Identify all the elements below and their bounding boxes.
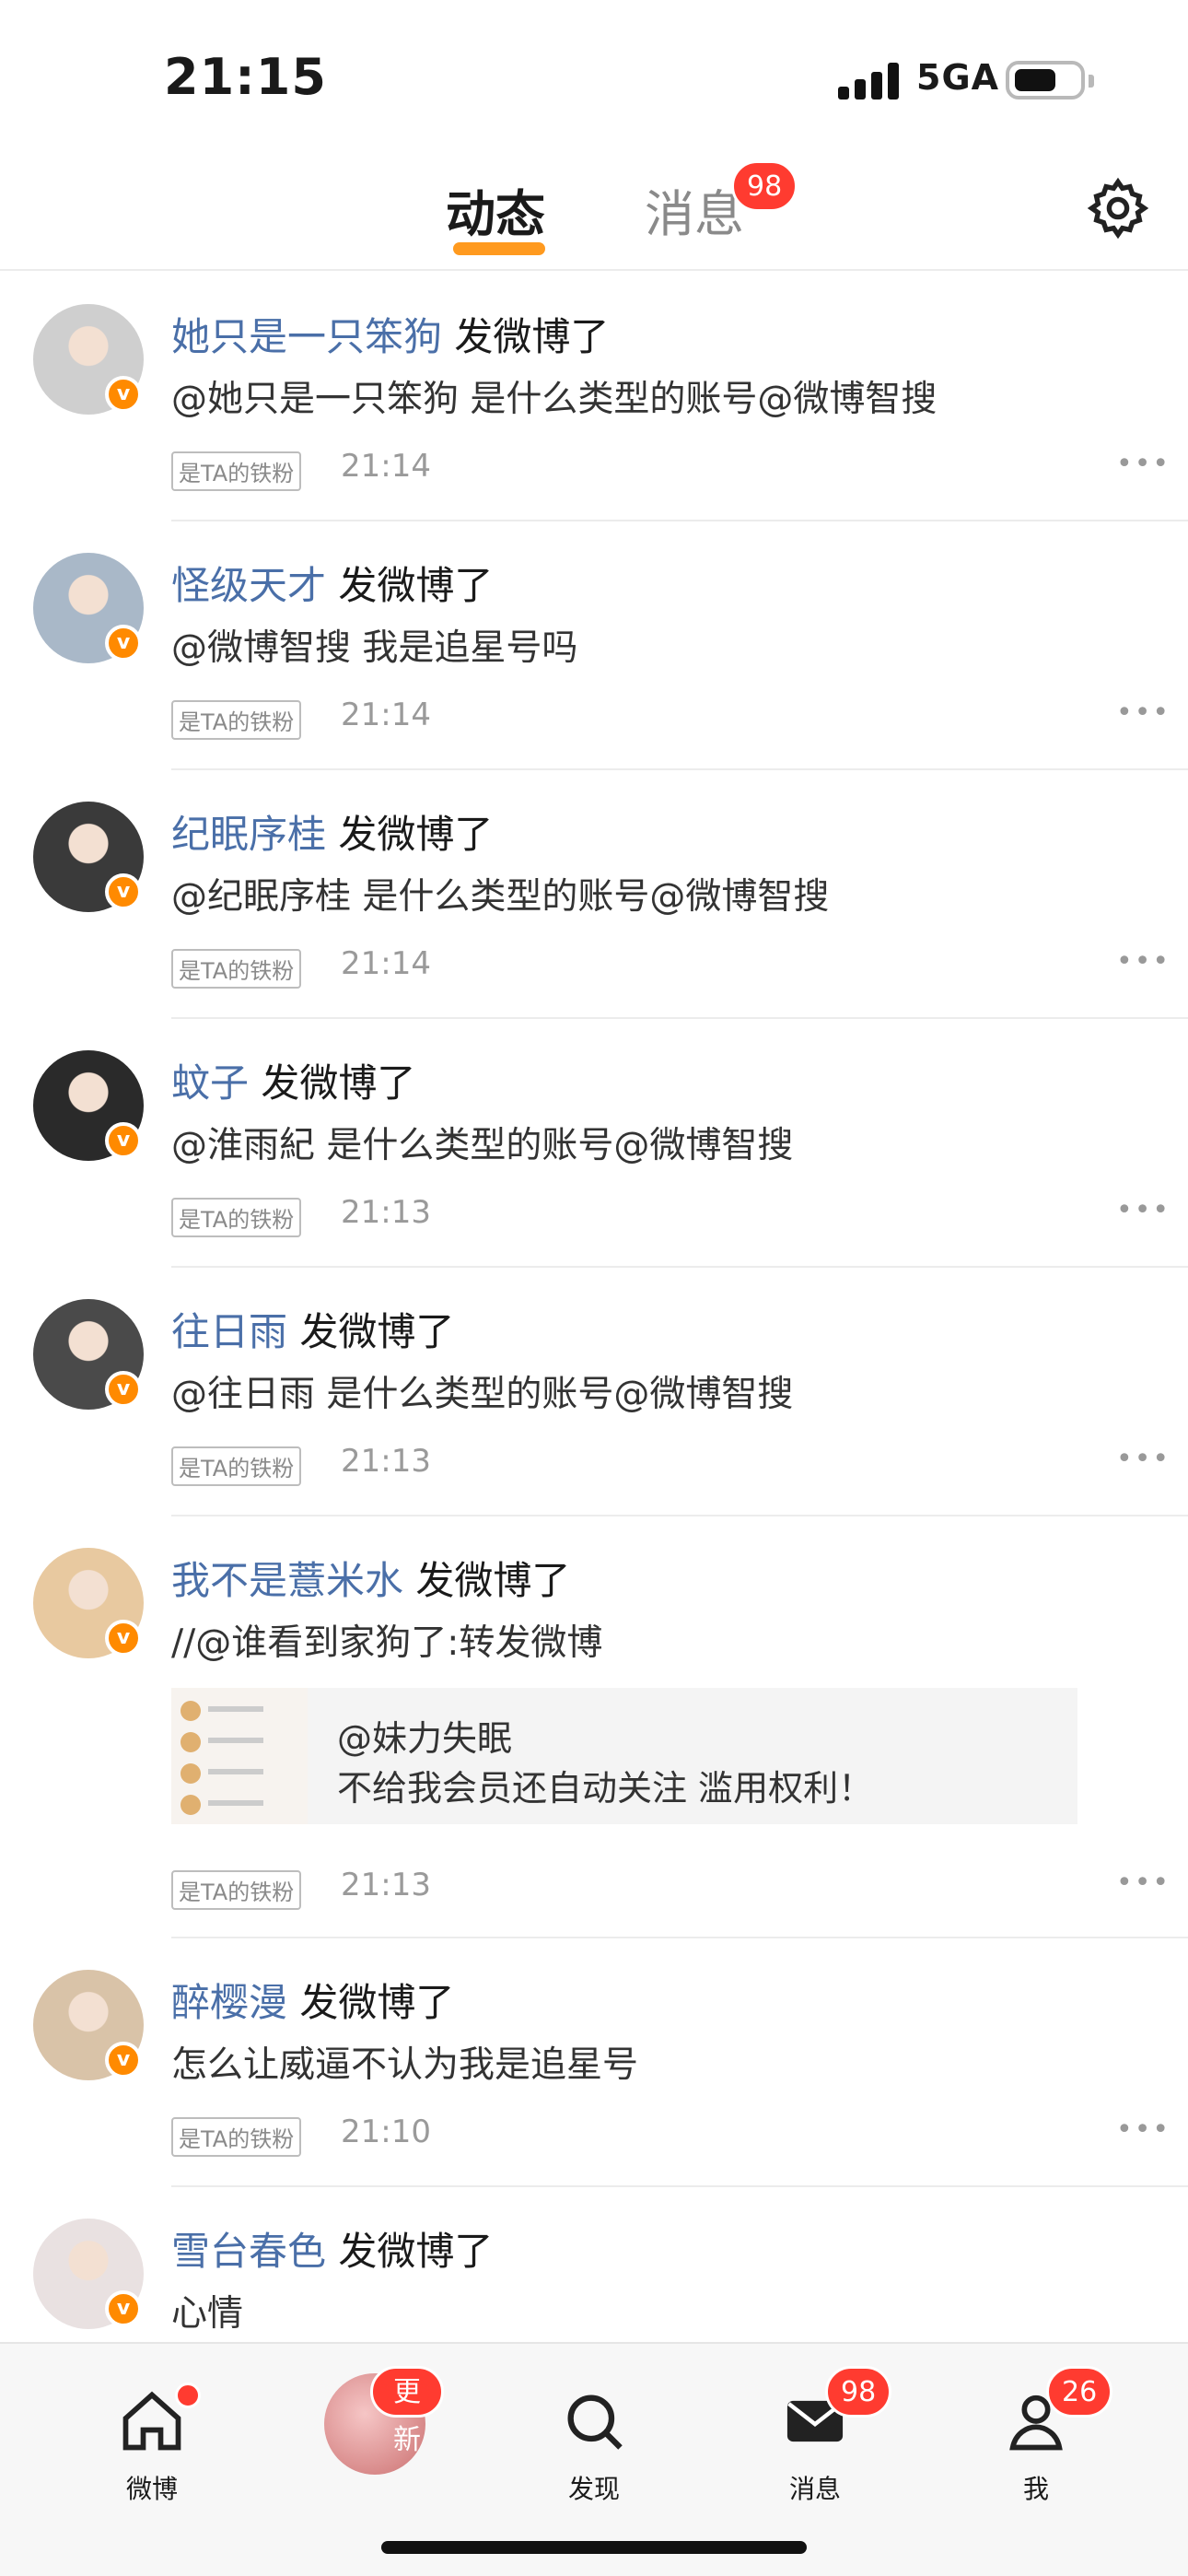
- status-bar: 21:15 5GA: [0, 0, 1188, 157]
- verified-icon: v: [105, 1620, 142, 1657]
- username-link[interactable]: 她只是一只笨狗: [171, 314, 442, 359]
- nav-item-微博[interactable]: 微博: [83, 2366, 221, 2504]
- nav-item-我[interactable]: 我 26: [967, 2366, 1113, 2504]
- verified-icon: v: [105, 1122, 142, 1159]
- verified-icon: v: [105, 376, 142, 413]
- post-time: 21:13: [341, 1443, 431, 1480]
- more-icon[interactable]: •••: [1116, 1443, 1171, 1475]
- more-icon[interactable]: •••: [1116, 448, 1171, 480]
- nav-label: 微博: [125, 2474, 178, 2504]
- feed-item-header: 我不是薏米水 发微博了: [171, 1550, 570, 1606]
- gear-icon[interactable]: [1085, 175, 1151, 241]
- feed-item[interactable]: v 我不是薏米水 发微博了 //@谁看到家狗了:转发微博 @妹力失眠不给我会员还自动关…: [0, 1516, 1188, 1938]
- feed-item[interactable]: v 蚊子 发微博了 @淮雨紀 是什么类型的账号@微博智搜是TA的铁粉 21:13 •••: [0, 1019, 1188, 1268]
- nav-item-feed-avatar[interactable]: 更新: [306, 2366, 444, 2504]
- feed-item-header: 怪级天才 发微博了: [171, 555, 493, 611]
- username-link[interactable]: 醉樱漫: [171, 1980, 287, 2025]
- fan-tag: 是TA的铁粉: [171, 1446, 302, 1486]
- action-text: 发微博了: [299, 1980, 455, 2025]
- feed-item-header: 她只是一只笨狗 发微博了: [171, 306, 609, 362]
- top-tabs: 动态 消息: [0, 157, 1188, 271]
- verified-icon: v: [105, 2290, 142, 2327]
- feed-item[interactable]: v 纪眠序桂 发微博了 @纪眠序桂 是什么类型的账号@微博智搜是TA的铁粉 21:14…: [0, 770, 1188, 1019]
- feed-item[interactable]: v 往日雨 发微博了 @往日雨 是什么类型的账号@微博智搜是TA的铁粉 21:13 ••…: [0, 1268, 1188, 1516]
- nav-badge: 26: [1046, 2366, 1113, 2418]
- fan-tag: 是TA的铁粉: [171, 700, 302, 740]
- verified-icon: v: [105, 1371, 142, 1408]
- tab-messages-badge: 98: [731, 160, 798, 212]
- post-time: 21:13: [341, 1194, 431, 1231]
- more-icon[interactable]: •••: [1116, 697, 1171, 729]
- username-link[interactable]: 雪台春色: [171, 2229, 326, 2274]
- action-text: 发微博了: [261, 1060, 416, 1106]
- more-icon[interactable]: •••: [1116, 2113, 1171, 2146]
- status-time: 21:15: [164, 48, 327, 106]
- nav-label: 发现: [567, 2474, 620, 2504]
- quoted-post-thumbnail: [171, 1688, 308, 1824]
- tab-messages-label: 消息: [645, 185, 744, 243]
- action-text: 发微博了: [454, 314, 610, 359]
- post-time: 21:13: [341, 1867, 431, 1903]
- post-text[interactable]: 怎么让威逼不认为我是追星号: [171, 2036, 638, 2088]
- more-icon[interactable]: •••: [1116, 1194, 1171, 1226]
- fan-tag: 是TA的铁粉: [171, 949, 302, 989]
- nav-badge: 更新: [370, 2366, 444, 2456]
- quoted-text: 不给我会员还自动关注 滥用权利！: [337, 1768, 874, 1809]
- post-text[interactable]: @往日雨 是什么类型的账号@微博智搜: [171, 1365, 793, 1417]
- action-text: 发微博了: [415, 1558, 571, 1603]
- feed-item-header: 往日雨 发微博了: [171, 1301, 454, 1357]
- post-time: 21:14: [341, 697, 431, 733]
- action-text: 发微博了: [338, 563, 494, 608]
- feed-item[interactable]: v 醉樱漫 发微博了怎么让威逼不认为我是追星号是TA的铁粉 21:10 •••: [0, 1938, 1188, 2187]
- username-link[interactable]: 我不是薏米水: [171, 1558, 403, 1603]
- more-icon[interactable]: •••: [1116, 1867, 1171, 1899]
- username-link[interactable]: 往日雨: [171, 1309, 287, 1354]
- post-time: 21:14: [341, 448, 431, 485]
- tab-dynamic[interactable]: 动态: [446, 173, 545, 255]
- nav-item-发现[interactable]: 发现: [525, 2366, 663, 2504]
- post-time: 21:14: [341, 945, 431, 982]
- home-indicator: [381, 2541, 807, 2554]
- fan-tag: 是TA的铁粉: [171, 451, 302, 491]
- post-text[interactable]: @纪眠序桂 是什么类型的账号@微博智搜: [171, 868, 829, 919]
- quoted-post[interactable]: @妹力失眠不给我会员还自动关注 滥用权利！: [171, 1688, 1077, 1824]
- username-link[interactable]: 纪眠序桂: [171, 812, 326, 857]
- action-text: 发微博了: [299, 1309, 455, 1354]
- post-text[interactable]: //@谁看到家狗了:转发微博: [171, 1614, 602, 1666]
- nav-label: 消息: [788, 2474, 841, 2504]
- feed-item-header: 纪眠序桂 发微博了: [171, 803, 493, 860]
- tab-dynamic-label: 动态: [446, 185, 545, 243]
- network-label: 5GA: [916, 57, 1000, 98]
- post-text[interactable]: @微博智搜 我是追星号吗: [171, 619, 577, 671]
- signal-icon: [838, 63, 901, 100]
- fan-tag: 是TA的铁粉: [171, 2117, 302, 2157]
- post-text[interactable]: @淮雨紀 是什么类型的账号@微博智搜: [171, 1117, 793, 1168]
- nav-label: 我: [1022, 2474, 1049, 2504]
- feed-item[interactable]: v 她只是一只笨狗 发微博了 @她只是一只笨狗 是什么类型的账号@微博智搜是TA的铁…: [0, 273, 1188, 521]
- action-text: 发微博了: [338, 812, 494, 857]
- feed-item-header: 醉樱漫 发微博了: [171, 1972, 454, 2028]
- fan-tag: 是TA的铁粉: [171, 1198, 302, 1237]
- feed-item[interactable]: v 怪级天才 发微博了 @微博智搜 我是追星号吗是TA的铁粉 21:14 •••: [0, 521, 1188, 770]
- username-link[interactable]: 蚊子: [171, 1060, 249, 1106]
- feed-item-header: 蚊子 发微博了: [171, 1052, 415, 1108]
- battery-icon: [1006, 61, 1094, 100]
- verified-icon: v: [105, 625, 142, 662]
- notification-dot: [175, 2383, 201, 2408]
- nav-item-消息[interactable]: 消息 98: [746, 2366, 892, 2504]
- fan-tag: 是TA的铁粉: [171, 1870, 302, 1910]
- post-text[interactable]: @她只是一只笨狗 是什么类型的账号@微博智搜: [171, 370, 937, 422]
- verified-icon: v: [105, 873, 142, 910]
- feed-item-header: 雪台春色 发微博了: [171, 2220, 493, 2277]
- verified-icon: v: [105, 2042, 142, 2078]
- username-link[interactable]: 怪级天才: [171, 563, 326, 608]
- more-icon[interactable]: •••: [1116, 945, 1171, 978]
- action-text: 发微博了: [338, 2229, 494, 2274]
- post-text[interactable]: 心情: [171, 2285, 243, 2336]
- nav-badge: 98: [825, 2366, 892, 2418]
- tab-active-indicator: [453, 242, 545, 255]
- quoted-author[interactable]: @妹力失眠: [337, 1710, 512, 1761]
- tab-messages[interactable]: 消息: [645, 173, 744, 246]
- post-time: 21:10: [341, 2113, 431, 2150]
